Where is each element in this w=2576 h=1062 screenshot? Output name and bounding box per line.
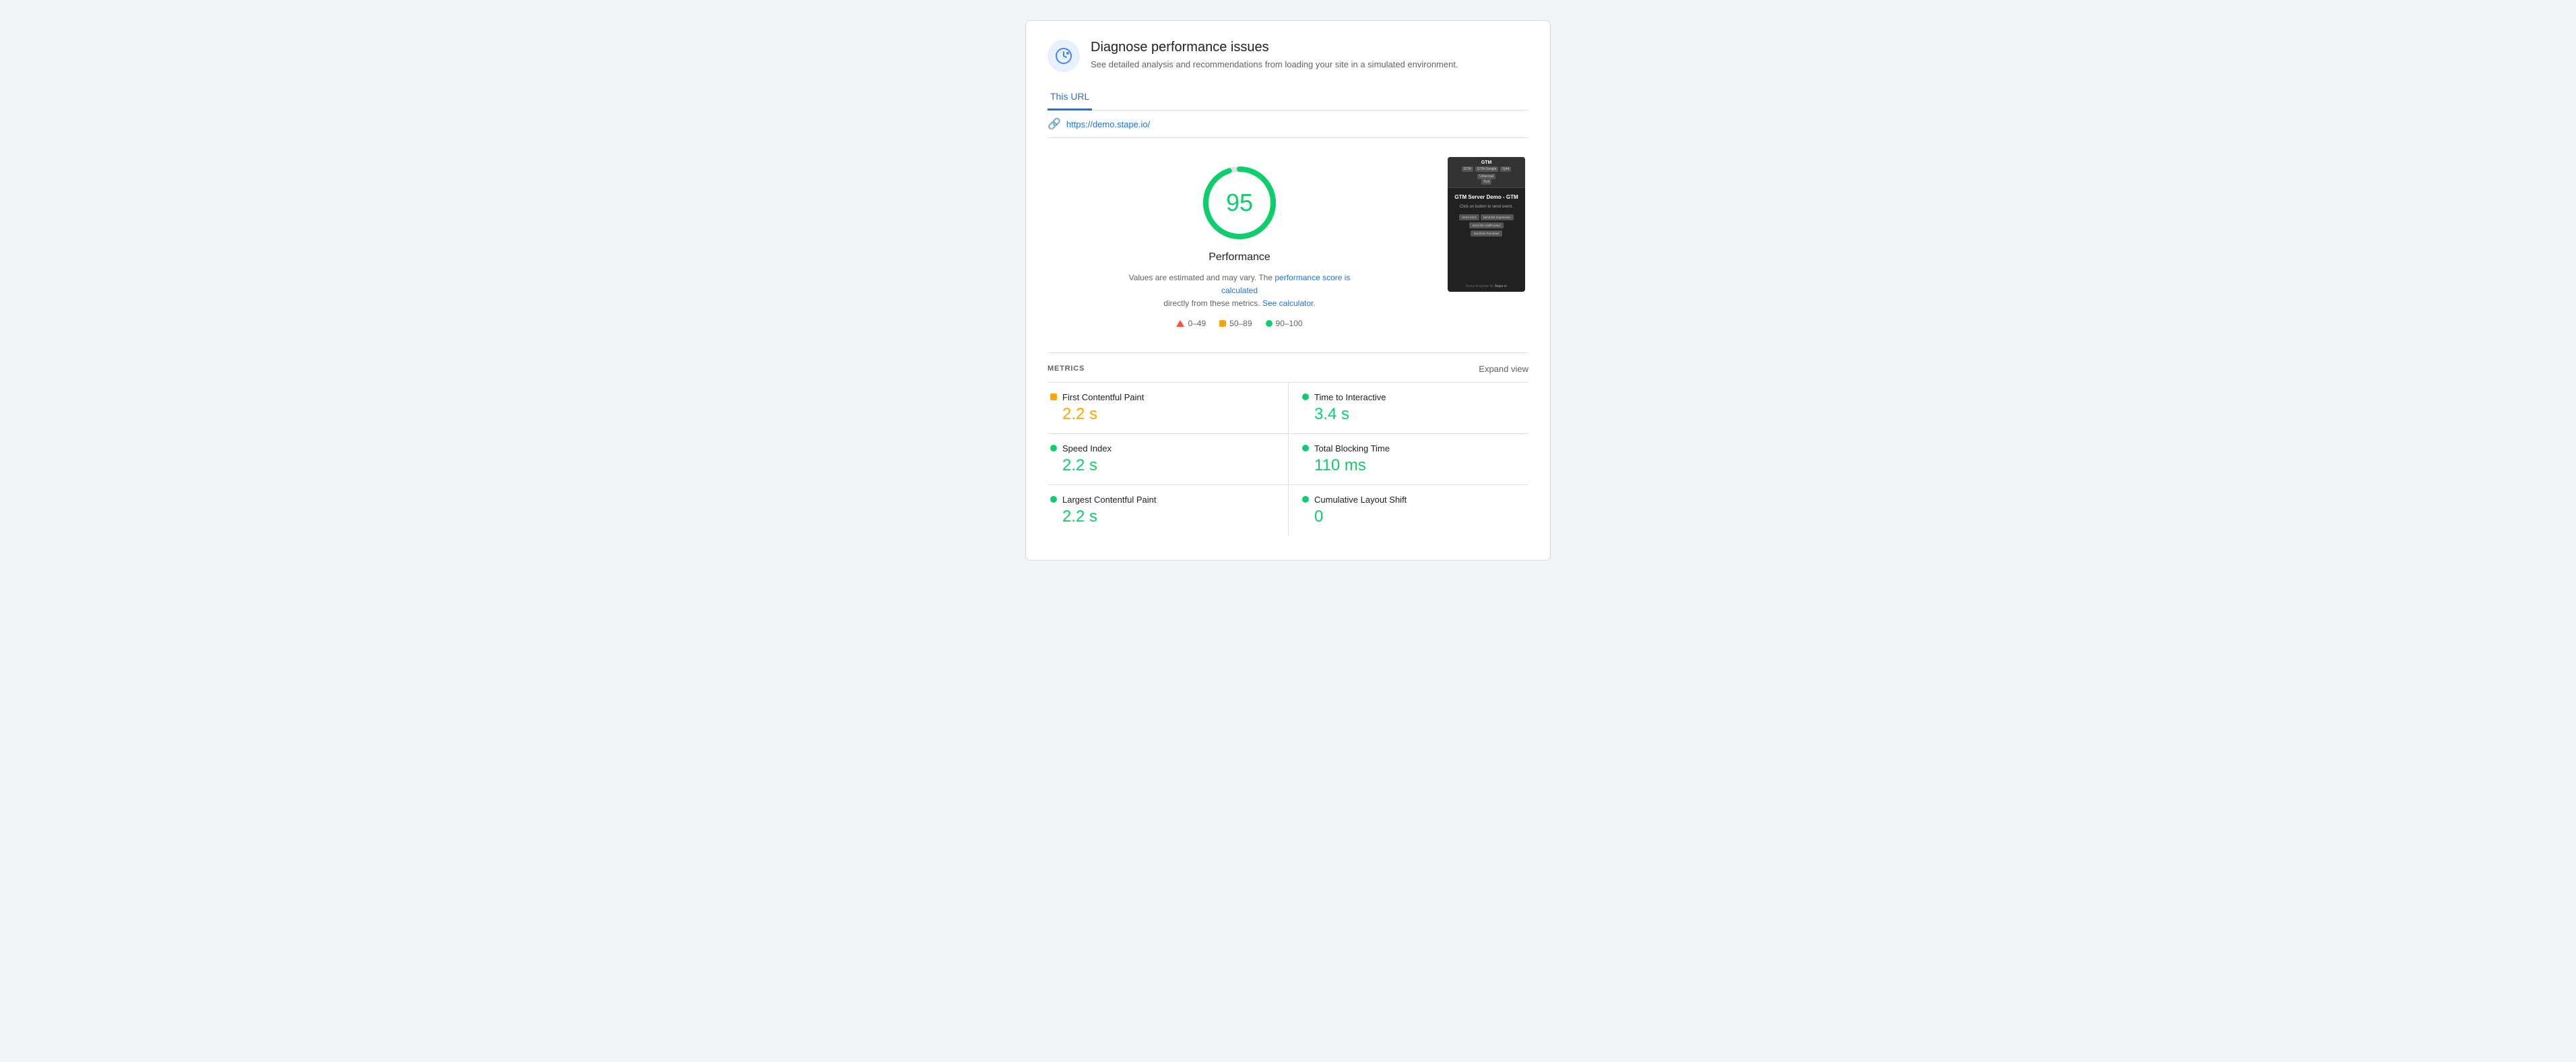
link-icon: 🔗 (1048, 117, 1061, 131)
screenshot-btn-row-3: Send EE Purchase (1471, 230, 1502, 237)
metrics-title: METRICS (1048, 365, 1085, 373)
score-section: 95 Performance Values are estimated and … (1048, 152, 1431, 342)
metric-si-header: Speed Index (1050, 443, 1275, 454)
score-circle: 95 (1199, 162, 1280, 243)
metrics-divider (1048, 352, 1528, 353)
screenshot-tag-row: GTM GTM Google GA4 Universal (1452, 166, 1521, 179)
metric-fcp-dot (1050, 394, 1057, 400)
tag-ga4: GA4 (1500, 166, 1511, 172)
legend-item-bad: 0–49 (1176, 319, 1206, 328)
left-panel: 95 Performance Values are estimated and … (1048, 152, 1431, 342)
metric-item-tti: Time to Interactive 3.4 s (1288, 382, 1528, 433)
metric-tti-name: Time to Interactive (1314, 392, 1386, 402)
metric-tti-value: 3.4 s (1302, 405, 1526, 424)
metric-tbt-name: Total Blocking Time (1314, 443, 1390, 454)
metric-tti-dot (1302, 394, 1309, 400)
metric-cls-header: Cumulative Layout Shift (1302, 495, 1526, 505)
metric-fcp-header: First Contentful Paint (1050, 392, 1275, 402)
score-note-mid: directly from these metrics. (1163, 299, 1260, 308)
main-card: Diagnose performance issues See detailed… (1025, 20, 1551, 561)
header: Diagnose performance issues See detailed… (1048, 40, 1528, 72)
metric-item-tbt: Total Blocking Time 110 ms (1288, 433, 1528, 485)
legend-bad-label: 0–49 (1188, 319, 1206, 328)
metric-cls-value: 0 (1302, 507, 1526, 526)
url-value[interactable]: https://demo.stape.io/ (1066, 119, 1150, 129)
metric-lcp-name: Largest Contentful Paint (1062, 495, 1156, 505)
screenshot-page-subtitle: Click on button to send event. (1452, 205, 1521, 209)
right-panel: GTM GTM GTM Google GA4 Universal Tool GT… (1448, 157, 1528, 292)
header-text: Diagnose performance issues See detailed… (1091, 40, 1458, 71)
metric-si-value: 2.2 s (1050, 456, 1275, 475)
metrics-section: METRICS Expand view First Contentful Pai… (1048, 364, 1528, 536)
screenshot-page-title: GTM Server Demo - GTM (1452, 193, 1521, 201)
legend-item-medium: 50–89 (1219, 319, 1252, 328)
metric-tti-header: Time to Interactive (1302, 392, 1526, 402)
tag-gtm-google: GTM Google (1475, 166, 1499, 172)
screenshot-body: GTM Server Demo - GTM Click on button to… (1448, 188, 1525, 242)
metric-tbt-dot (1302, 445, 1309, 451)
btn-send-ee-addproduct: Send EE AddProduct (1469, 222, 1503, 228)
screenshot-footer: Demo template for Stape.io (1466, 284, 1507, 288)
calculator-link[interactable]: See calculator. (1262, 299, 1316, 308)
screenshot-preview: GTM GTM GTM Google GA4 Universal Tool GT… (1448, 157, 1525, 292)
metrics-header: METRICS Expand view (1048, 364, 1528, 374)
url-row: 🔗 https://demo.stape.io/ (1048, 111, 1528, 138)
btn-send-ee-purchase: Send EE Purchase (1471, 230, 1502, 237)
page-description: See detailed analysis and recommendation… (1091, 58, 1458, 71)
score-label: Performance (1209, 251, 1270, 263)
metric-tbt-value: 110 ms (1302, 456, 1526, 475)
tag-gtm: GTM (1462, 166, 1473, 172)
legend-item-good: 90–100 (1266, 319, 1303, 328)
metric-item-fcp: First Contentful Paint 2.2 s (1048, 382, 1288, 433)
screenshot-btn-group: Send Click Send EE Impression Send EE Ad… (1452, 214, 1521, 237)
metric-lcp-header: Largest Contentful Paint (1050, 495, 1275, 505)
score-value: 95 (1226, 189, 1253, 217)
metric-si-dot (1050, 445, 1057, 451)
legend: 0–49 50–89 90–100 (1176, 319, 1302, 328)
screenshot-tag-row-2: Tool (1481, 179, 1491, 185)
metric-si-name: Speed Index (1062, 443, 1112, 454)
metric-item-si: Speed Index 2.2 s (1048, 433, 1288, 485)
metric-item-cls: Cumulative Layout Shift 0 (1288, 485, 1528, 536)
screenshot-btn-row-1: Send Click Send EE Impression (1459, 214, 1514, 220)
metric-item-lcp: Largest Contentful Paint 2.2 s (1048, 485, 1288, 536)
legend-circle-icon (1266, 320, 1273, 327)
metric-lcp-dot (1050, 496, 1057, 503)
tab-bar: This URL (1048, 86, 1528, 111)
legend-square-icon (1219, 320, 1226, 327)
metric-cls-name: Cumulative Layout Shift (1314, 495, 1407, 505)
legend-medium-label: 50–89 (1229, 319, 1252, 328)
tab-this-url[interactable]: This URL (1048, 86, 1092, 111)
metric-lcp-value: 2.2 s (1050, 507, 1275, 526)
metric-fcp-value: 2.2 s (1050, 405, 1275, 424)
metric-tbt-header: Total Blocking Time (1302, 443, 1526, 454)
screenshot-footer-brand: Stape.io (1495, 284, 1507, 288)
metric-fcp-name: First Contentful Paint (1062, 392, 1144, 402)
main-content: 95 Performance Values are estimated and … (1048, 152, 1528, 342)
score-note-text: Values are estimated and may vary. The (1129, 273, 1273, 282)
metric-cls-dot (1302, 496, 1309, 503)
legend-triangle-icon (1176, 320, 1184, 327)
expand-view-button[interactable]: Expand view (1479, 364, 1528, 374)
tag-tool: Tool (1481, 179, 1491, 185)
legend-good-label: 90–100 (1276, 319, 1303, 328)
screenshot-btn-row-2: Send EE AddProduct (1469, 222, 1503, 228)
btn-send-click: Send Click (1459, 214, 1479, 220)
screenshot-top-bar: GTM GTM GTM Google GA4 Universal Tool (1448, 157, 1525, 187)
screenshot-site-label: GTM (1481, 160, 1492, 165)
score-note: Values are estimated and may vary. The p… (1112, 272, 1367, 311)
metrics-grid: First Contentful Paint 2.2 s Time to Int… (1048, 382, 1528, 536)
page-title: Diagnose performance issues (1091, 40, 1458, 55)
tag-universal: Universal (1477, 174, 1495, 179)
performance-icon (1054, 46, 1073, 65)
header-icon-container (1048, 40, 1080, 72)
btn-send-ee-impression: Send EE Impression (1481, 214, 1514, 220)
